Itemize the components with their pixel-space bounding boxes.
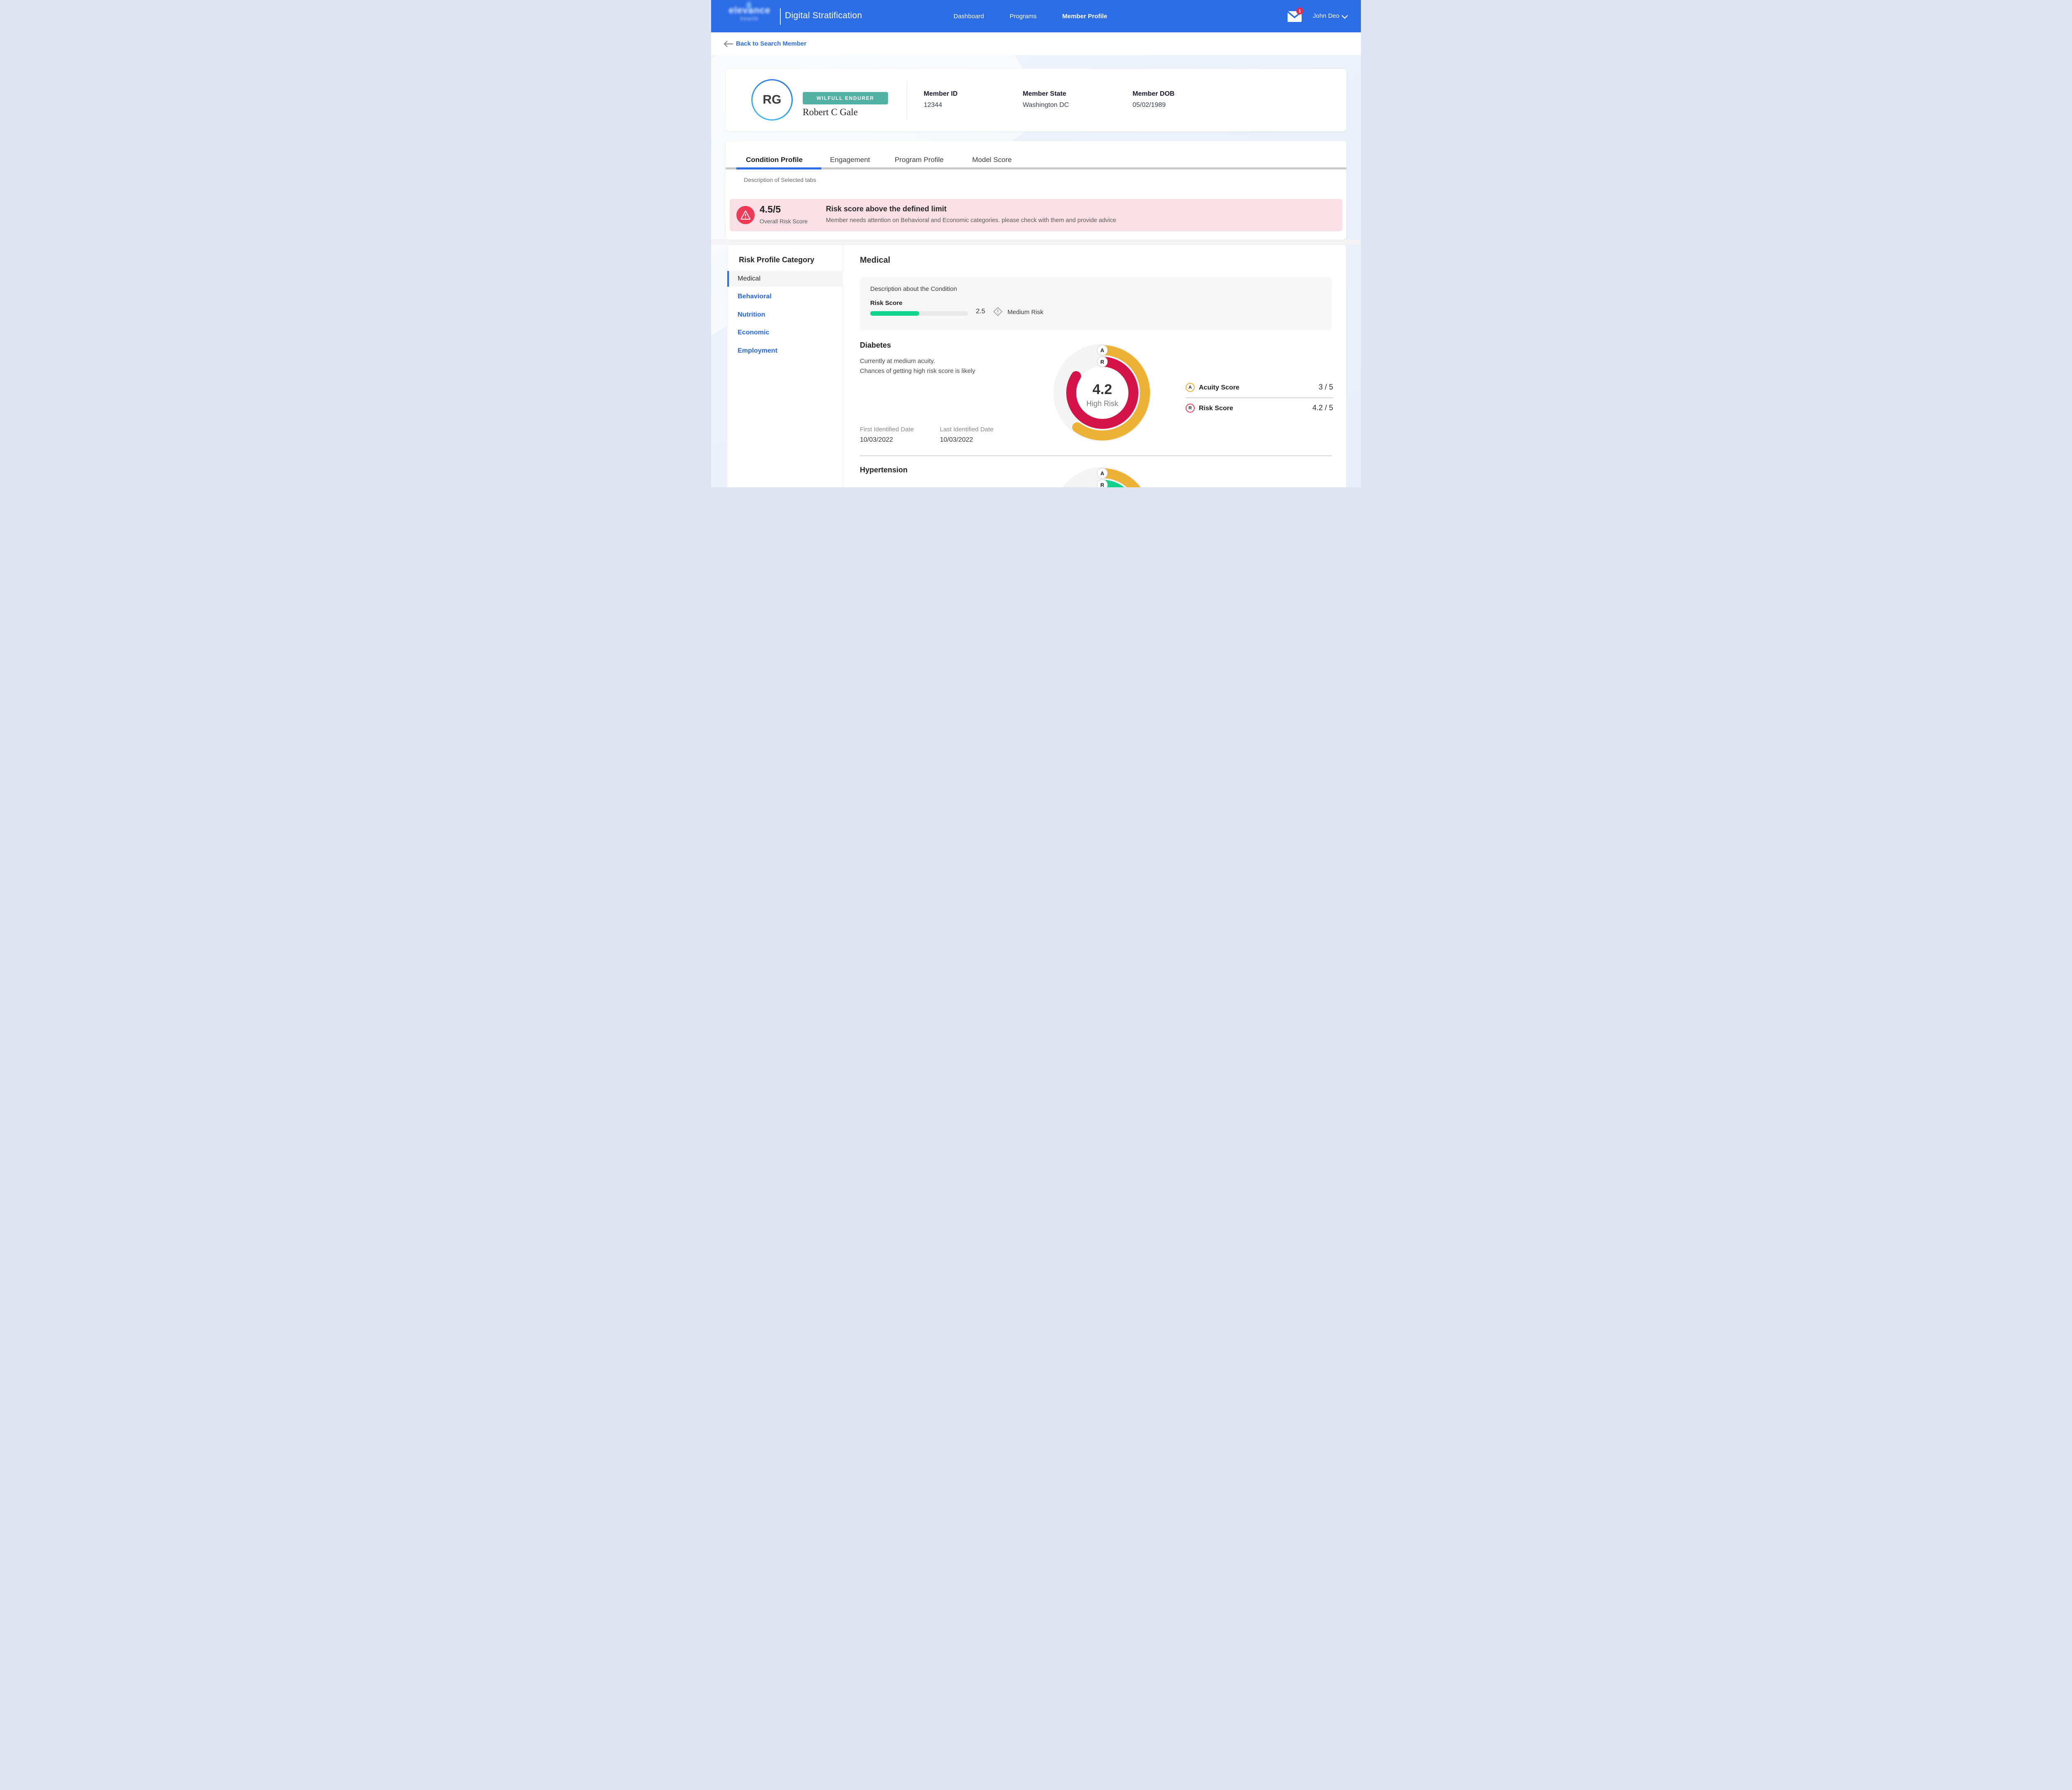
back-to-search-link[interactable]: Back to Search Member: [736, 40, 806, 47]
risk-legend-icon: R: [1186, 404, 1195, 413]
acuity-legend-row: A Acuity Score 3 / 5: [1186, 380, 1333, 395]
condition-note-2: Chances of getting high risk score is li…: [860, 368, 975, 375]
member-id-label: Member ID: [924, 90, 958, 98]
legend-divider: [1186, 397, 1333, 398]
member-dob-value: 05/02/1989: [1133, 102, 1174, 109]
member-id-field: Member ID 12344: [924, 90, 958, 109]
alert-title: Risk score above the defined limit: [826, 205, 946, 213]
app-title: Digital Stratification: [785, 11, 862, 21]
risk-legend-label: Risk Score: [1199, 405, 1233, 412]
risk-legend-row: R Risk Score 4.2 / 5: [1186, 401, 1333, 416]
tab-description: Description of Selected tabs: [744, 177, 816, 183]
page: elevance health Digital Stratification D…: [711, 0, 1361, 487]
last-identified-value: 10/03/2022: [940, 436, 993, 444]
risk-category-sidebar: Risk Profile Category Medical Behavioral…: [727, 245, 843, 487]
member-state-value: Washington DC: [1023, 102, 1069, 109]
alert-message: Member needs attention on Behavioral and…: [826, 217, 1116, 224]
acuity-marker: A: [1097, 468, 1108, 479]
back-bar: Back to Search Member: [711, 32, 1361, 55]
risk-score-value: 2.5: [976, 308, 985, 315]
notification-badge: 1: [1296, 7, 1303, 15]
tab-program-profile[interactable]: Program Profile: [895, 156, 944, 164]
risk-legend-value: 4.2 / 5: [1312, 404, 1333, 412]
overall-risk-score-label: Overall Risk Score: [760, 218, 808, 225]
gauge-value: 4.2: [1077, 382, 1127, 398]
header-divider: [780, 8, 781, 25]
svg-text:A: A: [1100, 470, 1104, 477]
tab-model-score[interactable]: Model Score: [972, 156, 1012, 164]
company-logo[interactable]: elevance health: [724, 5, 776, 22]
tab-condition-profile[interactable]: Condition Profile: [746, 156, 803, 164]
condition-title-diabetes: Diabetes: [860, 341, 891, 350]
hypertension-gauge: A R: [1053, 466, 1152, 487]
condition-note-1: Currently at medium acuity.: [860, 358, 935, 365]
member-state-field: Member State Washington DC: [1023, 90, 1069, 109]
back-arrow-icon[interactable]: [724, 41, 733, 47]
condition-description-box: Description about the Condition Risk Sco…: [860, 277, 1332, 330]
first-identified-field: First Identified Date 10/03/2022: [860, 426, 914, 444]
segment-badge: WILFULL ENDURER: [803, 92, 888, 104]
member-dob-field: Member DOB 05/02/1989: [1133, 90, 1174, 109]
risk-score-label: Risk Score: [870, 300, 903, 307]
medium-risk-diamond-icon: [992, 306, 1003, 317]
gauge-risk-label: High Risk: [1077, 399, 1127, 408]
risk-level-text: Medium Risk: [1007, 309, 1043, 316]
section-separator: [711, 239, 1361, 244]
tabs-card: Condition Profile Engagement Program Pro…: [726, 141, 1346, 239]
risk-alert-banner: 4.5/5 Overall Risk Score Risk score abov…: [730, 199, 1342, 231]
member-name: Robert C Gale: [803, 107, 858, 118]
first-identified-label: First Identified Date: [860, 426, 914, 433]
logo-flame-icon: [747, 2, 751, 8]
active-tab-indicator: [736, 167, 821, 169]
main-nav: Dashboard Programs Member Profile: [954, 0, 1107, 32]
sidebar-item-medical[interactable]: Medical: [727, 271, 843, 287]
tab-engagement[interactable]: Engagement: [830, 156, 870, 164]
sidebar-item-economic[interactable]: Economic: [727, 325, 843, 341]
sidebar-item-nutrition[interactable]: Nutrition: [727, 307, 843, 323]
risk-marker: R: [1097, 357, 1108, 367]
avatar-initials: RG: [753, 80, 792, 119]
acuity-marker: A: [1097, 345, 1108, 356]
last-identified-field: Last Identified Date 10/03/2022: [940, 426, 993, 444]
chevron-down-icon[interactable]: [1341, 15, 1348, 19]
member-dob-label: Member DOB: [1133, 90, 1174, 98]
avatar: RG: [751, 79, 793, 121]
warning-icon: [736, 206, 755, 224]
risk-score-progress: [870, 311, 968, 316]
sidebar-item-employment[interactable]: Employment: [727, 343, 843, 359]
gauge-center-text: 4.2 High Risk: [1077, 382, 1127, 408]
acuity-legend-label: Acuity Score: [1199, 384, 1239, 392]
top-navigation-bar: elevance health Digital Stratification D…: [711, 0, 1361, 32]
acuity-legend-value: 3 / 5: [1319, 383, 1333, 392]
condition-title-hypertension: Hypertension: [860, 466, 908, 474]
first-identified-value: 10/03/2022: [860, 436, 914, 444]
nav-item-programs[interactable]: Programs: [1009, 13, 1036, 20]
member-summary-card: RG WILFULL ENDURER Robert C Gale Member …: [726, 69, 1346, 131]
acuity-legend-icon: A: [1186, 383, 1195, 392]
svg-text:R: R: [1100, 359, 1104, 365]
category-title: Medical: [860, 256, 890, 265]
last-identified-label: Last Identified Date: [940, 426, 993, 433]
overall-risk-score-value: 4.5/5: [760, 204, 781, 215]
condition-profile-content: Risk Profile Category Medical Behavioral…: [727, 244, 1346, 487]
member-id-value: 12344: [924, 102, 958, 109]
svg-text:R: R: [1100, 482, 1104, 487]
risk-score-progress-fill: [870, 311, 919, 316]
condition-description-text: Description about the Condition: [870, 285, 957, 293]
user-menu[interactable]: John Deo: [1313, 12, 1339, 19]
logo-subtext: health: [724, 16, 776, 22]
gauge-legend: A Acuity Score 3 / 5 R Risk Score 4.2 / …: [1186, 380, 1333, 416]
svg-text:A: A: [1100, 347, 1104, 353]
sidebar-item-behavioral[interactable]: Behavioral: [727, 289, 843, 305]
nav-item-member-profile[interactable]: Member Profile: [1062, 13, 1107, 20]
condition-divider: [860, 455, 1332, 456]
member-state-label: Member State: [1023, 90, 1069, 98]
nav-item-dashboard[interactable]: Dashboard: [954, 13, 984, 20]
sidebar-title: Risk Profile Category: [739, 256, 814, 264]
